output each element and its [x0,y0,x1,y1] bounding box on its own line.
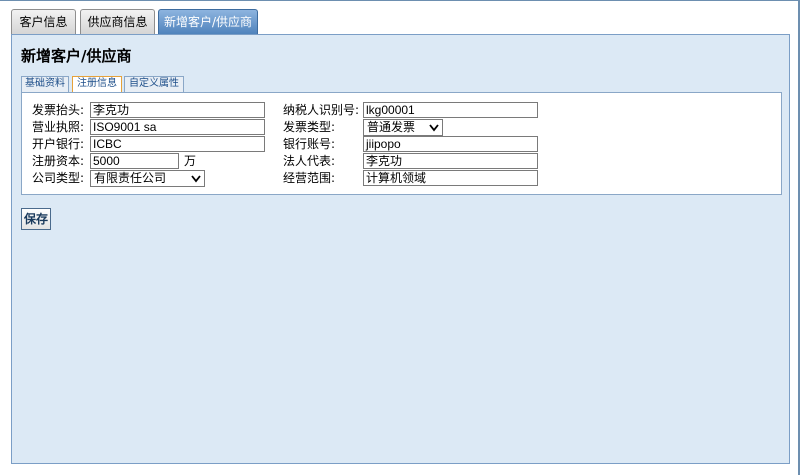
top-tab-bar: 客户信息 供应商信息 新增客户/供应商 [0,0,800,36]
invoice-title-input[interactable]: 李克功 [90,102,265,118]
bank-label: 开户银行: [32,137,85,151]
legal-rep-input[interactable]: 李克功 [363,153,538,169]
tab-customer-info[interactable]: 客户信息 [11,9,76,35]
invoice-type-value: 普通发票 [367,120,416,134]
invoice-type-select[interactable]: 普通发票 [363,119,443,136]
business-scope-label: 经营范围: [283,171,336,185]
company-type-value: 有限责任公司 [94,171,167,185]
bank-account-label: 银行账号: [283,137,336,151]
business-license-input[interactable]: ISO9001 sa [90,119,265,135]
company-type-select[interactable]: 有限责任公司 [90,170,205,187]
company-type-label: 公司类型: [32,171,85,185]
chevron-down-icon [191,175,201,183]
business-scope-input[interactable]: 计算机领域 [363,170,538,186]
taxpayer-id-input[interactable]: lkg00001 [363,102,538,118]
page-title: 新增客户/供应商 [21,47,132,65]
taxpayer-id-label: 纳税人识别号: [283,103,360,117]
business-license-label: 营业执照: [32,120,85,134]
subtab-registration-info[interactable]: 注册信息 [72,76,122,93]
legal-rep-label: 法人代表: [283,154,336,168]
subtab-basic-info[interactable]: 基础资料 [21,76,69,92]
subtab-custom-attributes[interactable]: 自定义属性 [124,76,184,92]
registered-capital-label: 注册资本: [32,154,85,168]
invoice-title-label: 发票抬头: [32,103,85,117]
bank-account-input[interactable]: jiipopo [363,136,538,152]
save-button[interactable]: 保存 [21,208,51,230]
bank-input[interactable]: ICBC [90,136,265,152]
tab-new-customer-supplier[interactable]: 新增客户/供应商 [158,9,258,36]
main-panel: 新增客户/供应商 基础资料 注册信息 自定义属性 发票抬头: 李克功 营业执照:… [11,34,790,464]
capital-unit: 万 [184,154,197,168]
invoice-type-label: 发票类型: [283,120,336,134]
registration-form: 发票抬头: 李克功 营业执照: ISO9001 sa 开户银行: ICBC 注册… [21,92,782,195]
registered-capital-input[interactable]: 5000 [90,153,179,169]
tab-supplier-info[interactable]: 供应商信息 [80,9,155,35]
chevron-down-icon [429,124,439,132]
